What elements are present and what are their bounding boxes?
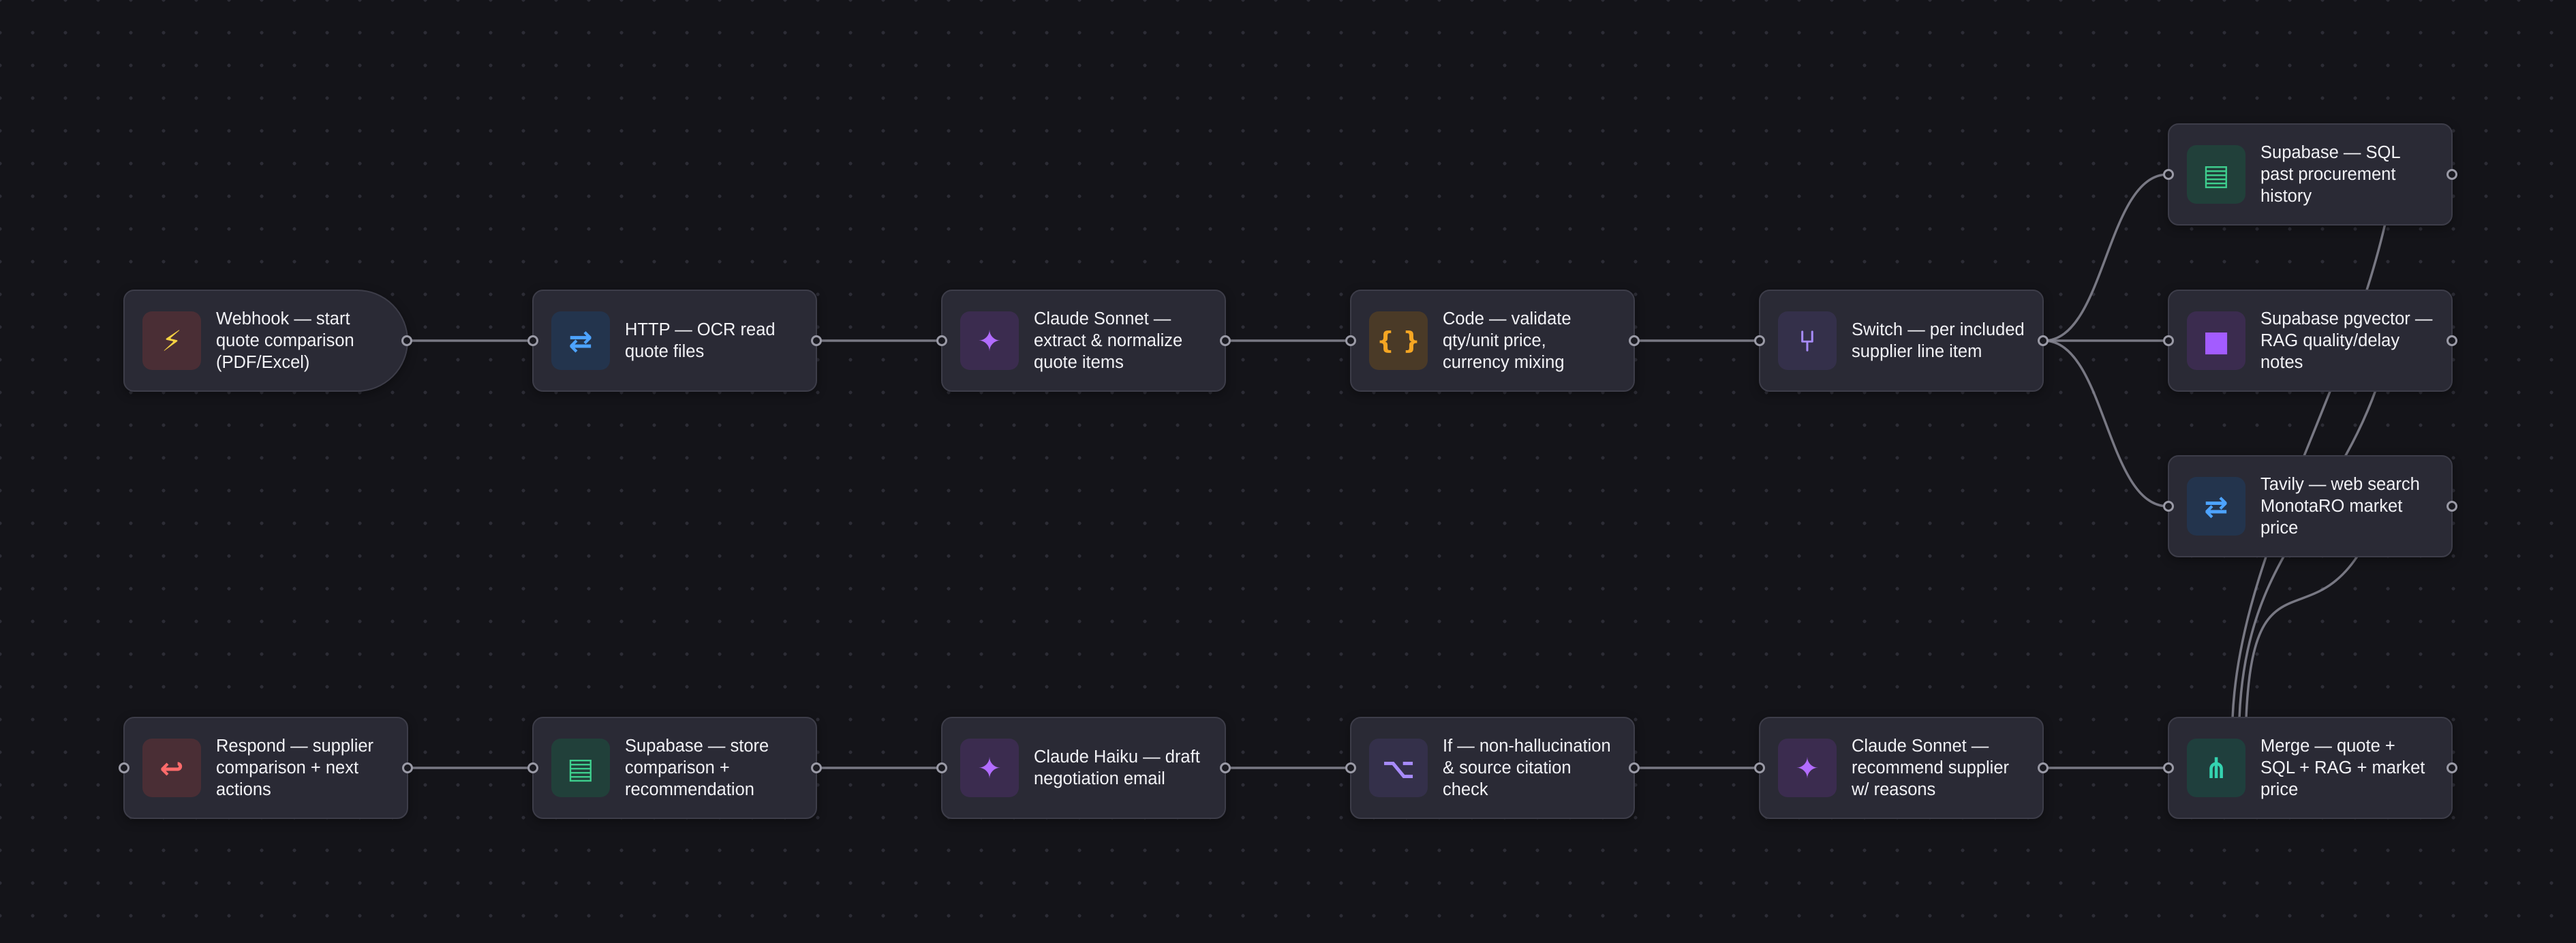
node-label: Switch — per included supplier line item	[1852, 320, 2025, 361]
input-port[interactable]	[1754, 335, 1765, 346]
node-if-check[interactable]: ⌥ If — non-hallucination & source citatio…	[1345, 717, 1640, 819]
input-port[interactable]	[119, 762, 129, 773]
input-port[interactable]	[936, 762, 947, 773]
fork-icon: ⑂	[1778, 311, 1837, 370]
transfer-arrows-icon: ⇄	[551, 311, 610, 370]
node-respond[interactable]: ↩ Respond — supplier comparison + next ac…	[119, 717, 413, 819]
braces-icon: { }	[1369, 311, 1428, 370]
output-port[interactable]	[1220, 762, 1231, 773]
node-switch[interactable]: ⑂ Switch — per included supplier line ite…	[1754, 290, 2049, 392]
input-port[interactable]	[2163, 762, 2174, 773]
input-port[interactable]	[2163, 335, 2174, 346]
node-supabase-store[interactable]: ▤ Supabase — store comparison + recommend…	[527, 717, 822, 819]
input-port[interactable]	[2163, 169, 2174, 180]
vector-store-icon: ■	[2187, 311, 2245, 370]
output-port[interactable]	[2447, 762, 2457, 773]
transfer-arrows-icon: ⇄	[2187, 477, 2245, 536]
node-pgvector[interactable]: ■ Supabase pgvector — RAG quality/delay n…	[2163, 290, 2457, 392]
sparkle-icon: ✦	[960, 311, 1019, 370]
node-label: Merge — quote + SQL + RAG + market price	[2260, 737, 2425, 799]
input-port[interactable]	[527, 335, 538, 346]
database-icon: ▤	[2187, 145, 2245, 204]
branch-icon: ⌥	[1369, 739, 1428, 797]
output-port[interactable]	[2038, 762, 2049, 773]
output-port[interactable]	[2038, 335, 2049, 346]
edge-switch-to-tavily[interactable]	[2043, 339, 2168, 508]
node-claude-haiku[interactable]: ✦ Claude Haiku — draft negotiation email	[936, 717, 1231, 819]
edge-switch-to-supabase-sql[interactable]	[2043, 173, 2168, 342]
node-label: Tavily — web search MonotaRO market pric…	[2260, 475, 2420, 538]
output-port[interactable]	[401, 335, 412, 346]
output-port[interactable]	[402, 762, 413, 773]
output-port[interactable]	[2447, 335, 2457, 346]
edge-tavily-to-merge[interactable]	[2245, 553, 2361, 719]
output-port[interactable]	[1220, 335, 1231, 346]
output-port[interactable]	[811, 762, 822, 773]
node-webhook[interactable]: ⚡ Webhook — start quote comparison (PDF/E…	[123, 290, 412, 392]
node-code-validate[interactable]: { } Code — validate qty/unit price, curre…	[1345, 290, 1640, 392]
output-port[interactable]	[2447, 501, 2457, 512]
sparkle-icon: ✦	[1778, 739, 1837, 797]
node-label: Claude Sonnet — extract & normalize quot…	[1034, 309, 1183, 372]
node-label: HTTP — OCR read quote files	[625, 320, 776, 361]
node-supabase-sql[interactable]: ▤ Supabase — SQL past procurement history	[2163, 123, 2457, 226]
node-label: Supabase pgvector — RAG quality/delay no…	[2260, 309, 2433, 372]
node-label: Code — validate qty/unit price, currency…	[1443, 309, 1571, 372]
return-arrow-icon: ↩	[142, 739, 201, 797]
node-claude-recommend[interactable]: ✦ Claude Sonnet — recommend supplier w/ r…	[1754, 717, 2049, 819]
node-label: Claude Haiku — draft negotiation email	[1034, 747, 1200, 788]
database-icon: ▤	[551, 739, 610, 797]
input-port[interactable]	[1754, 762, 1765, 773]
input-port[interactable]	[527, 762, 538, 773]
node-label: Respond — supplier comparison + next act…	[216, 737, 374, 799]
input-port[interactable]	[1345, 762, 1356, 773]
output-port[interactable]	[811, 335, 822, 346]
node-label: Claude Sonnet — recommend supplier w/ re…	[1852, 737, 2010, 799]
output-port[interactable]	[1629, 762, 1640, 773]
node-label: Supabase — store comparison + recommenda…	[625, 737, 769, 799]
sparkle-icon: ✦	[960, 739, 1019, 797]
workflow-canvas[interactable]: ⚡ Webhook — start quote comparison (PDF/E…	[0, 0, 2576, 943]
node-claude-extract[interactable]: ✦ Claude Sonnet — extract & normalize quo…	[936, 290, 1231, 392]
input-port[interactable]	[936, 335, 947, 346]
lightning-icon: ⚡	[142, 311, 201, 370]
node-merge[interactable]: ⋔ Merge — quote + SQL + RAG + market pric…	[2163, 717, 2457, 819]
input-port[interactable]	[1345, 335, 1356, 346]
output-port[interactable]	[2447, 169, 2457, 180]
input-port[interactable]	[2163, 501, 2174, 512]
output-port[interactable]	[1629, 335, 1640, 346]
merge-icon: ⋔	[2187, 739, 2245, 797]
node-label: Supabase — SQL past procurement history	[2260, 143, 2400, 206]
node-http-ocr[interactable]: ⇄ HTTP — OCR read quote files	[527, 290, 822, 392]
node-label: If — non-hallucination & source citation…	[1443, 737, 1611, 799]
node-label: Webhook — start quote comparison (PDF/Ex…	[216, 309, 354, 372]
node-tavily[interactable]: ⇄ Tavily — web search MonotaRO market pri…	[2163, 455, 2457, 557]
